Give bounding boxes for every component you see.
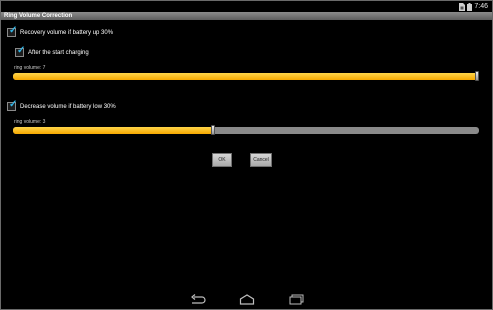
recovery-ring-volume-slider[interactable] <box>13 73 479 80</box>
navigation-bar <box>1 290 492 309</box>
recovery-ring-volume-label: ring volume: 7 <box>14 65 46 71</box>
decrease-volume-label: Decrease volume if battery low 30% <box>20 103 116 110</box>
recovery-volume-checkbox-row[interactable]: ✓ Recovery volume if battery up 30% <box>7 25 114 37</box>
decrease-ring-volume-fill <box>13 127 213 134</box>
home-icon[interactable] <box>239 294 255 305</box>
decrease-volume-checkbox-row[interactable]: ✓ Decrease volume if battery low 30% <box>7 99 116 111</box>
after-charging-checkbox[interactable]: ✓ <box>15 45 26 57</box>
status-bar: 7:46 <box>1 1 492 12</box>
after-charging-checkbox-row[interactable]: ✓ After the start charging <box>15 45 89 57</box>
cancel-button[interactable]: Cancel <box>250 153 272 167</box>
check-icon: ✓ <box>9 25 18 36</box>
screen-frame <box>0 0 493 310</box>
recents-icon[interactable] <box>289 294 305 305</box>
back-icon[interactable] <box>190 294 206 305</box>
recovery-volume-checkbox[interactable]: ✓ <box>7 25 18 37</box>
recovery-ring-volume-thumb[interactable] <box>475 71 479 81</box>
decrease-ring-volume-label: ring volume: 3 <box>14 119 46 125</box>
decrease-ring-volume-slider[interactable] <box>13 127 479 134</box>
recovery-volume-label: Recovery volume if battery up 30% <box>20 29 114 36</box>
status-time: 7:46 <box>474 3 488 10</box>
title-bar: Ring Volume Correction <box>1 12 492 20</box>
check-icon: ✓ <box>17 45 26 56</box>
sim-icon <box>459 2 466 11</box>
battery-icon <box>467 2 473 11</box>
after-charging-label: After the start charging <box>28 49 89 56</box>
recovery-ring-volume-fill <box>13 73 479 80</box>
window-title: Ring Volume Correction <box>4 13 73 19</box>
decrease-volume-checkbox[interactable]: ✓ <box>7 99 18 111</box>
decrease-ring-volume-thumb[interactable] <box>210 125 215 135</box>
check-icon: ✓ <box>9 99 18 110</box>
ok-button[interactable]: OK <box>212 153 232 167</box>
